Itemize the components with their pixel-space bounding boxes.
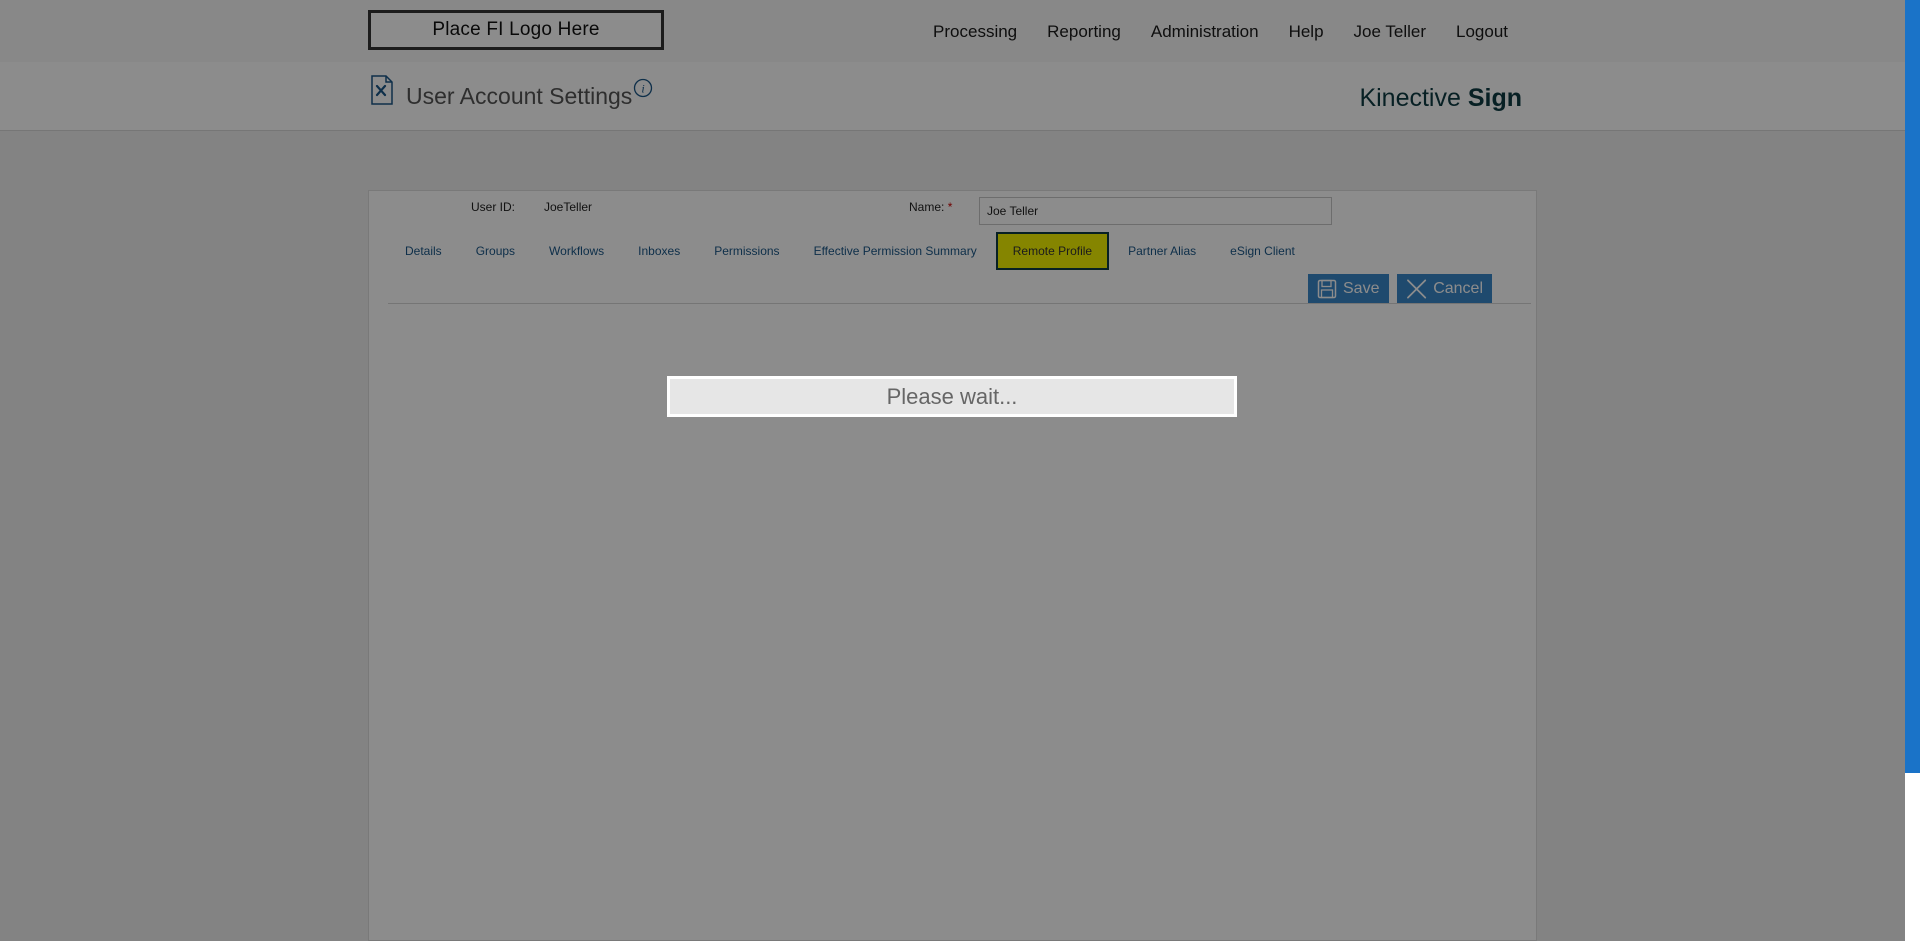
- scrollbar-thumb[interactable]: [1905, 0, 1920, 773]
- please-wait-dialog: Please wait...: [667, 376, 1237, 417]
- app-page: Place FI Logo Here Processing Reporting …: [0, 0, 1920, 941]
- modal-overlay: [0, 0, 1905, 941]
